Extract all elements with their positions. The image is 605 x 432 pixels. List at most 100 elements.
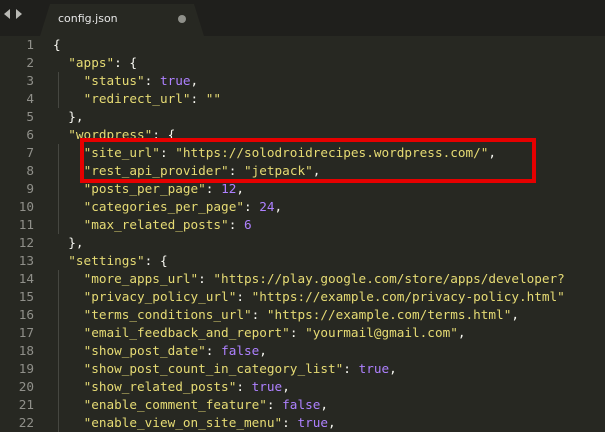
line-number: 19 — [18, 361, 34, 376]
string-token: "email_feedback_and_report" — [83, 325, 290, 340]
code-line[interactable]: 20 "show_related_posts": true, — [0, 378, 605, 396]
punctuation-token: , — [259, 343, 267, 358]
code-line[interactable]: 10 "categories_per_page": 24, — [0, 198, 605, 216]
code-line[interactable]: 17 "email_feedback_and_report": "yourmai… — [0, 324, 605, 342]
line-number: 1 — [26, 37, 34, 52]
code-line[interactable]: 8 "rest_api_provider": "jetpack", — [0, 162, 605, 180]
punctuation-token: , — [312, 163, 321, 178]
punctuation-token: : — [190, 91, 206, 106]
punctuation-token: : — [228, 217, 244, 232]
unsaved-dot-icon[interactable] — [178, 15, 186, 23]
tab-nav-arrows — [4, 9, 22, 19]
string-token: "categories_per_page" — [83, 199, 244, 214]
string-token: "wordpress" — [68, 127, 153, 142]
tab-config-json[interactable]: config.json — [40, 4, 204, 36]
line-number: 16 — [18, 307, 34, 322]
code-text: "privacy_policy_url": "https://example.c… — [53, 288, 565, 306]
punctuation-token: : { — [152, 127, 176, 142]
string-token: "privacy_policy_url" — [83, 289, 237, 304]
code-editor[interactable]: 1{2 "apps": {3 "status": true, 4 "redirec… — [0, 36, 605, 432]
code-line[interactable]: 5 }, — [0, 108, 605, 126]
code-text: "site_url": "https://solodroidrecipes.wo… — [53, 144, 497, 162]
string-token: "status" — [83, 73, 145, 88]
punctuation-token: }, — [68, 235, 84, 250]
code-line[interactable]: 19 "show_post_count_in_category_list": t… — [0, 360, 605, 378]
code-line[interactable]: 12 }, — [0, 234, 605, 252]
line-number: 11 — [18, 217, 34, 232]
code-text: "categories_per_page": 24, — [53, 198, 283, 216]
line-number: 2 — [26, 55, 34, 70]
punctuation-token: , — [488, 145, 497, 160]
punctuation-token: , — [320, 397, 329, 412]
previous-tab-arrow-icon[interactable] — [4, 9, 10, 19]
string-token: "" — [205, 91, 222, 106]
code-line[interactable]: 22 "enable_view_on_site_menu": true, — [0, 414, 605, 432]
code-text: "redirect_url": "" — [53, 90, 222, 108]
constant-token: true — [297, 415, 329, 430]
line-number: 4 — [26, 91, 34, 106]
punctuation-token: : — [236, 289, 252, 304]
code-line[interactable]: 4 "redirect_url": "" — [0, 90, 605, 108]
code-line[interactable]: 7 "site_url": "https://solodroidrecipes.… — [0, 144, 605, 162]
line-number: 20 — [18, 379, 34, 394]
constant-token: 6 — [243, 217, 252, 232]
string-token: "posts_per_page" — [83, 181, 206, 196]
line-number: 21 — [18, 397, 34, 412]
code-line[interactable]: 18 "show_post_date": false, — [0, 342, 605, 360]
code-line[interactable]: 9 "posts_per_page": 12, — [0, 180, 605, 198]
line-number: 18 — [18, 343, 34, 358]
string-token: "https://example.com/terms.html" — [266, 307, 512, 322]
code-line[interactable]: 16 "terms_conditions_url": "https://exam… — [0, 306, 605, 324]
line-number: 22 — [18, 415, 34, 430]
punctuation-token: , — [236, 181, 244, 196]
punctuation-token: , — [457, 325, 466, 340]
code-line[interactable]: 14 "more_apps_url": "https://play.google… — [0, 270, 605, 288]
code-line[interactable]: 3 "status": true, — [0, 72, 605, 90]
string-token: "settings" — [68, 253, 145, 268]
code-text: "enable_comment_feature": false, — [53, 396, 328, 414]
punctuation-token: : — [243, 199, 260, 214]
code-text: "wordpress": { — [53, 126, 175, 144]
punctuation-token: : — [266, 397, 283, 412]
punctuation-token: : — [251, 307, 267, 322]
punctuation-token: , — [282, 379, 290, 394]
code-text: "show_post_count_in_category_list": true… — [53, 360, 397, 378]
line-number: 12 — [18, 235, 34, 250]
code-line[interactable]: 21 "enable_comment_feature": false, — [0, 396, 605, 414]
string-token: "show_post_date" — [83, 343, 206, 358]
string-token: "yourmail@gmail.com" — [305, 325, 458, 340]
tab-bar: config.json — [0, 0, 605, 36]
code-line[interactable]: 11 "max_related_posts": 6 — [0, 216, 605, 234]
string-token: "enable_comment_feature" — [83, 397, 267, 412]
string-token: "show_related_posts" — [83, 379, 237, 394]
string-token: "site_url" — [83, 145, 160, 160]
line-number: 14 — [18, 271, 34, 286]
punctuation-token: , — [389, 361, 397, 376]
code-line[interactable]: 15 "privacy_policy_url": "https://exampl… — [0, 288, 605, 306]
line-number: 15 — [18, 289, 34, 304]
code-line[interactable]: 2 "apps": { — [0, 54, 605, 72]
punctuation-token: , — [328, 415, 336, 430]
constant-token: true — [251, 379, 283, 394]
tab-title: config.json — [58, 12, 118, 25]
line-number: 17 — [18, 325, 34, 340]
punctuation-token: : — [228, 163, 244, 178]
code-line[interactable]: 1{ — [0, 36, 605, 54]
string-token: "show_post_count_in_category_list" — [83, 361, 344, 376]
code-text: "rest_api_provider": "jetpack", — [53, 162, 321, 180]
code-text: "settings": { — [53, 252, 167, 270]
next-tab-arrow-icon[interactable] — [16, 9, 22, 19]
string-token: "redirect_url" — [83, 91, 191, 106]
code-text: "show_post_date": false, — [53, 342, 267, 360]
string-token: "terms_conditions_url" — [83, 307, 252, 322]
code-text: { — [53, 36, 61, 54]
code-text: }, — [53, 234, 84, 252]
punctuation-token: : — [205, 181, 222, 196]
punctuation-token: : — [144, 73, 160, 88]
code-line[interactable]: 13 "settings": { — [0, 252, 605, 270]
code-line[interactable]: 6 "wordpress": { — [0, 126, 605, 144]
string-token: "https://play.google.com/store/apps/deve… — [213, 271, 565, 286]
code-text: "more_apps_url": "https://play.google.co… — [53, 270, 565, 288]
line-number: 10 — [18, 199, 34, 214]
punctuation-token: : — [236, 379, 252, 394]
